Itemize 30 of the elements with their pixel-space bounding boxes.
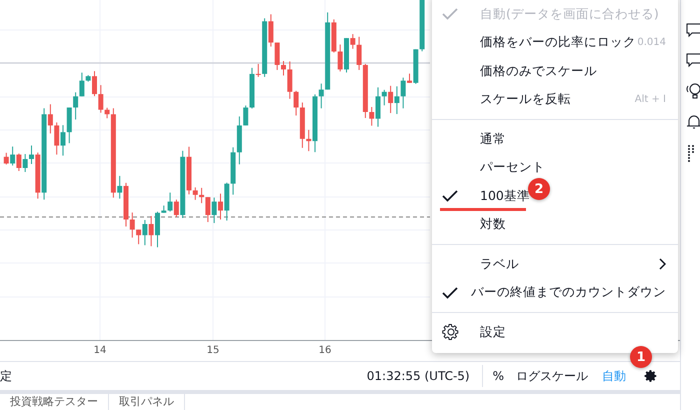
time-label: 01:32:55 (UTC-5) <box>366 369 470 384</box>
menu-item[interactable]: ラベル <box>432 250 678 278</box>
check-icon <box>442 8 458 20</box>
settings-menu-item[interactable]: 設定 <box>432 318 678 346</box>
log-scale-toggle[interactable]: ログスケール <box>516 368 588 385</box>
settings-icon[interactable] <box>644 369 658 384</box>
axis-label: 16 <box>318 345 332 356</box>
menu-item[interactable]: バーの終値までのカウントダウン <box>432 278 678 307</box>
check-icon <box>442 286 458 299</box>
panel-tab[interactable]: 投資戦略テスター <box>0 394 109 410</box>
menu-item[interactable]: スケールを反転 Alt + I <box>432 86 678 114</box>
dots-icon[interactable] <box>686 144 696 164</box>
menu-item[interactable]: 価格のみでスケール <box>432 57 678 86</box>
check-icon <box>442 190 458 202</box>
axis-label: 15 <box>206 345 220 356</box>
percent-toggle[interactable]: % <box>492 369 504 384</box>
lightbulb-icon[interactable] <box>686 82 700 100</box>
status-text: 定 <box>0 368 12 385</box>
step-badge: 1 <box>630 346 652 368</box>
menu-item[interactable]: 価格をバーの比率にロック 0.014 <box>432 28 678 57</box>
menu-item[interactable]: 通常 <box>432 125 678 154</box>
bell-icon[interactable] <box>686 114 700 130</box>
step-badge: 2 <box>528 178 550 200</box>
chat-icon[interactable] <box>686 22 700 38</box>
chat-icon[interactable] <box>686 52 700 68</box>
panel-tab[interactable]: 取引パネル <box>109 394 185 410</box>
menu-item[interactable]: 対数 <box>432 210 678 239</box>
settings-icon <box>442 323 460 342</box>
chevron-right-icon <box>658 258 666 270</box>
axis-label: 14 <box>94 345 106 356</box>
